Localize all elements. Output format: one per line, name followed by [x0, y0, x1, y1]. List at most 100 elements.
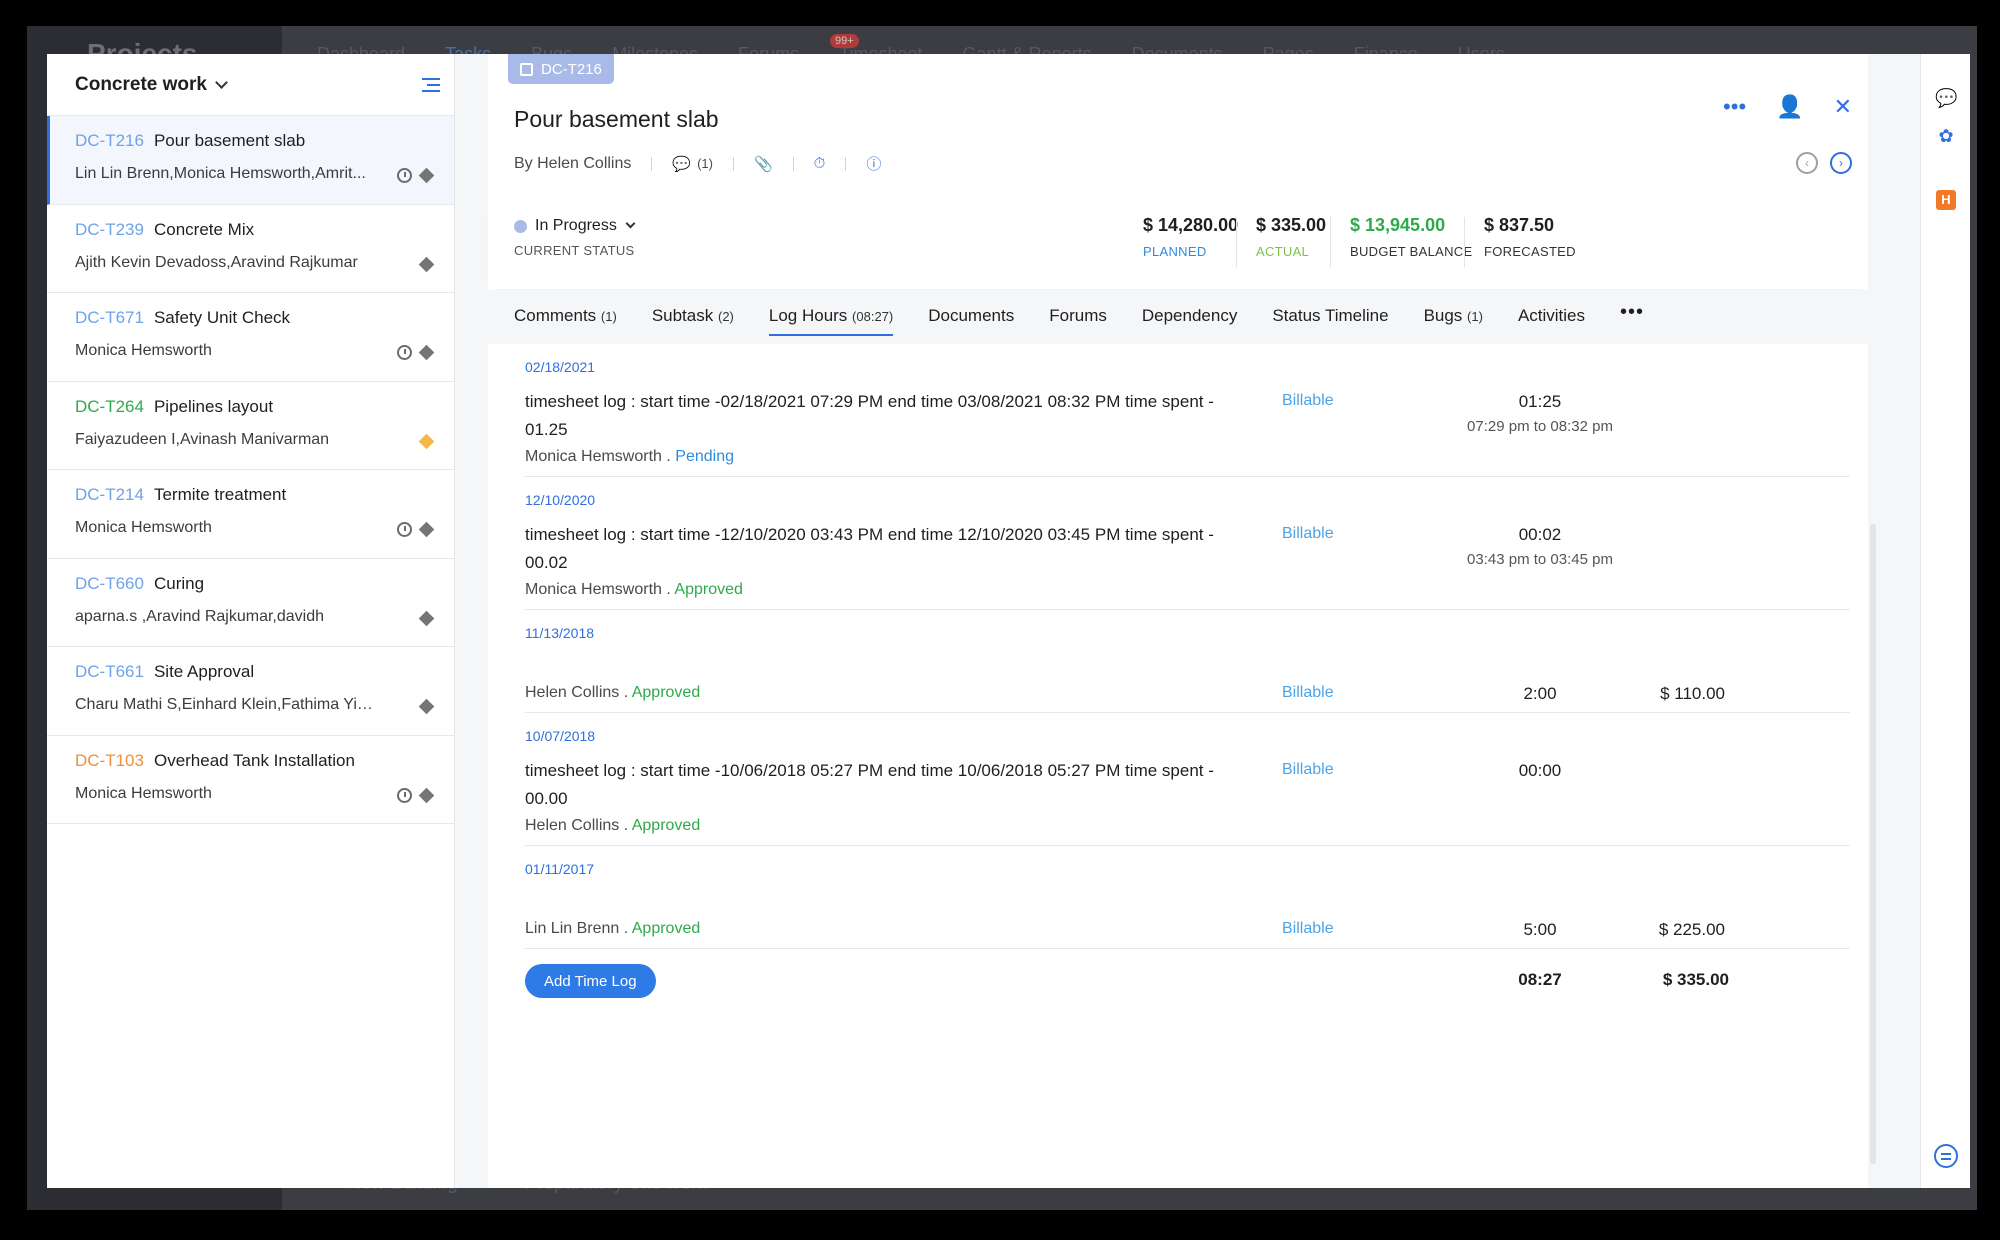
- task-id: DC-T264: [75, 396, 144, 416]
- tab-status-timeline[interactable]: Status Timeline: [1272, 306, 1388, 336]
- task-list: DC-T216 Pour basement slab Lin Lin Brenn,M…: [47, 116, 454, 824]
- task-assignees: Ajith Kevin Devadoss,Aravind Rajkumar: [75, 253, 358, 271]
- timer-icon[interactable]: [397, 787, 412, 803]
- tab-activities[interactable]: Activities: [1518, 306, 1585, 336]
- more-options-icon[interactable]: •••: [1723, 94, 1746, 120]
- comment-icon[interactable]: 💬: [672, 155, 691, 173]
- log-date: 02/18/2021: [525, 359, 596, 375]
- follow-user-icon[interactable]: 👤: [1776, 94, 1803, 120]
- tab-comments[interactable]: Comments (1): [514, 306, 617, 336]
- tab-forums[interactable]: Forums: [1049, 306, 1107, 336]
- add-time-log-button[interactable]: Add Time Log: [525, 964, 656, 998]
- log-duration: 2:00: [1523, 684, 1557, 703]
- status-summary: In Progress CURRENT STATUS $ 14,280.00 PL…: [488, 197, 1868, 289]
- task-list-item[interactable]: DC-T264 Pipelines layout Faiyazudeen I,Avi…: [47, 382, 454, 470]
- tasklist-title[interactable]: Concrete work: [75, 74, 207, 96]
- budget-caption: PLANNED: [1143, 244, 1207, 259]
- task-list-item[interactable]: DC-T214 Termite treatment Monica Hemsworth: [47, 470, 454, 559]
- extension-badge[interactable]: H: [1936, 190, 1956, 210]
- tab-label: Subtask: [651, 306, 714, 325]
- billing-type[interactable]: Billable: [1282, 392, 1334, 410]
- budget-caption: ACTUAL: [1256, 244, 1310, 259]
- log-entry[interactable]: Helen Collins . Approved Billable 2:00 $ 11…: [525, 644, 1850, 713]
- menu-circle-icon[interactable]: [1934, 1144, 1958, 1168]
- divider: [732, 156, 734, 171]
- timer-icon[interactable]: [397, 522, 412, 537]
- timer-icon[interactable]: ⏱: [814, 155, 826, 172]
- list-menu-icon[interactable]: [422, 78, 440, 96]
- chevron-down-icon[interactable]: [625, 218, 636, 229]
- log-entry[interactable]: Lin Lin Brenn . Approved Billable 5:00 $ 22…: [525, 880, 1850, 949]
- tab-subtask[interactable]: Subtask (2): [652, 306, 734, 336]
- task-list-item[interactable]: DC-T671 Safety Unit Check Monica Hemsworth: [47, 293, 454, 382]
- log-description: timesheet log : start time -12/10/2020 0…: [525, 525, 1214, 572]
- timer-icon[interactable]: [397, 168, 412, 183]
- log-user: Monica Hemsworth . Pending: [525, 448, 734, 465]
- scrollbar[interactable]: [1870, 524, 1876, 1164]
- priority-icon: [418, 521, 435, 538]
- task-meta: By Helen Collins 💬 (1) 📎 ⏱ ⓘ: [514, 153, 881, 174]
- task-title[interactable]: Pour basement slab: [514, 106, 719, 133]
- tab-documents[interactable]: Documents: [928, 306, 1014, 336]
- task-detail-panel: Concrete work DC-T216 Pour basement slab L…: [47, 54, 1970, 1188]
- tab-bugs[interactable]: Bugs (1): [1424, 306, 1483, 336]
- task-id: DC-T239: [75, 219, 144, 239]
- priority-icon: [418, 433, 435, 449]
- approval-status: Pending: [675, 448, 734, 465]
- billing-type[interactable]: Billable: [1282, 761, 1334, 779]
- previous-task-icon[interactable]: ‹: [1796, 152, 1818, 174]
- comment-count: (1): [697, 156, 713, 171]
- tab-log-hours[interactable]: Log Hours (08:27): [768, 306, 894, 336]
- info-icon[interactable]: ⓘ: [866, 153, 881, 174]
- billing-type[interactable]: Billable: [1282, 920, 1334, 938]
- log-user-name: Helen Collins: [525, 817, 620, 834]
- tab-label: Documents: [928, 306, 1015, 325]
- priority-icon: [418, 167, 435, 184]
- task-list-item[interactable]: DC-T216 Pour basement slab Lin Lin Brenn,M…: [47, 116, 454, 205]
- task-list-item[interactable]: DC-T660 Curing aparna.s ,Aravind Rajkumar,…: [47, 559, 454, 647]
- approval-status: Approved: [631, 684, 701, 701]
- billing-type[interactable]: Billable: [1282, 684, 1334, 702]
- more-tabs-icon[interactable]: •••: [1620, 301, 1644, 336]
- timer-icon[interactable]: [397, 345, 412, 360]
- tab-label: Comments: [514, 306, 597, 325]
- task-list-item[interactable]: DC-T239 Concrete Mix Ajith Kevin Devadoss,…: [47, 205, 454, 293]
- task-list-item[interactable]: DC-T103 Overhead Tank Installation Monica …: [47, 736, 454, 824]
- tab-label: Dependency: [1141, 306, 1238, 325]
- status-dot: [514, 219, 527, 233]
- log-date: 10/07/2018: [525, 728, 596, 744]
- divider: [845, 156, 847, 171]
- status-caption: CURRENT STATUS: [514, 243, 635, 258]
- status-value[interactable]: In Progress: [535, 217, 617, 235]
- chat-icon[interactable]: 💬: [1935, 88, 1957, 110]
- divider: [1236, 217, 1237, 267]
- budget-amount: $ 335.00: [1256, 215, 1327, 235]
- billing-type[interactable]: Billable: [1282, 525, 1334, 543]
- task-list-item[interactable]: DC-T661 Site Approval Charu Mathi S,Einhar…: [47, 647, 454, 736]
- log-entry[interactable]: timesheet log : start time -10/06/2018 0…: [525, 747, 1850, 846]
- log-entry[interactable]: timesheet log : start time -02/18/2021 0…: [525, 378, 1850, 477]
- log-hours: 00:00: [1465, 761, 1615, 781]
- priority-icon: [418, 256, 435, 272]
- attachment-icon[interactable]: 📎: [754, 155, 773, 173]
- task-list-header[interactable]: Concrete work: [47, 54, 454, 116]
- budget-caption: FORECASTED: [1484, 244, 1576, 259]
- next-task-icon[interactable]: ›: [1830, 152, 1852, 174]
- task-id-chip[interactable]: DC-T216: [508, 54, 614, 84]
- task-detail-content: DC-T216 Pour basement slab By Helen Coll…: [488, 54, 1868, 1188]
- log-duration: 00:00: [1518, 761, 1562, 780]
- task-assignees: Monica Hemsworth: [75, 519, 212, 536]
- chevron-down-icon[interactable]: [215, 75, 228, 89]
- task-id: DC-T660: [75, 573, 144, 593]
- tab-dependency[interactable]: Dependency: [1142, 306, 1237, 336]
- integration-icon[interactable]: ✿: [1935, 126, 1957, 148]
- tab-label: Status Timeline: [1272, 306, 1389, 325]
- budget-amount: $ 13,945.00: [1350, 215, 1446, 235]
- log-entry[interactable]: timesheet log : start time -12/10/2020 0…: [525, 511, 1850, 610]
- task-assignees: Faiyazudeen I,Avinash Manivarman: [75, 430, 330, 448]
- budget-figure: $ 13,945.00 BUDGET BALANCE: [1330, 215, 1472, 267]
- close-icon[interactable]: ✕: [1834, 94, 1852, 120]
- log-hours: 2:00: [1465, 684, 1615, 704]
- log-description: timesheet log : start time -02/18/2021 0…: [525, 392, 1214, 439]
- status-block[interactable]: In Progress CURRENT STATUS: [514, 217, 636, 258]
